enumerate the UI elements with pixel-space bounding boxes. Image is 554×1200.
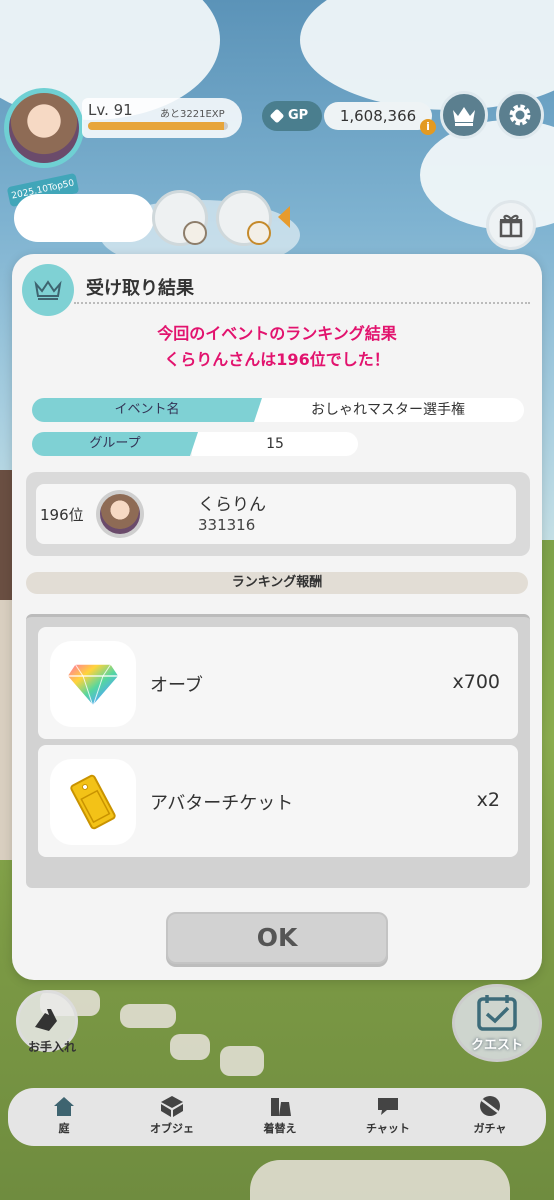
bottom-tab-bar: 庭 オブジェ 着替え チャット ガチャ bbox=[8, 1088, 546, 1146]
tab-chat[interactable]: チャット bbox=[338, 1094, 438, 1142]
gift-icon bbox=[499, 214, 523, 238]
event-name-label: イベント名 bbox=[32, 398, 262, 422]
exp-remaining-text: あと3221EXP bbox=[160, 109, 225, 120]
chat-icon bbox=[378, 1098, 398, 1115]
path-tile bbox=[250, 1160, 510, 1200]
quest-label: クエスト bbox=[470, 1038, 523, 1053]
path-tile bbox=[220, 1046, 264, 1076]
gift-button[interactable] bbox=[486, 200, 536, 250]
title-divider bbox=[74, 302, 530, 304]
clock-icon bbox=[183, 221, 207, 245]
group-row: 15 グループ bbox=[32, 432, 358, 456]
tab-label: 庭 bbox=[58, 1122, 70, 1135]
reward-name: オーブ bbox=[150, 675, 203, 696]
reward-quantity: x2 bbox=[476, 789, 500, 811]
tab-garden[interactable]: 庭 bbox=[14, 1094, 114, 1142]
tab-label: チャット bbox=[366, 1122, 410, 1135]
scroll-arrow-icon[interactable] bbox=[278, 206, 290, 228]
reward-icon-frame bbox=[50, 759, 136, 845]
quest-calendar-icon bbox=[477, 995, 517, 1031]
dialog-header-badge bbox=[22, 264, 74, 316]
gp-label: GP bbox=[262, 101, 322, 131]
group-label: グループ bbox=[32, 432, 198, 456]
avatar-image bbox=[9, 93, 79, 163]
reward-item: アバターチケット x2 bbox=[38, 745, 518, 857]
reward-section-header: ランキング報酬 bbox=[26, 572, 528, 594]
ranking-result-dialog: 受け取り結果 今回のイベントのランキング結果 くらりんさんは196位でした！ お… bbox=[12, 254, 542, 980]
redacted-area bbox=[14, 194, 154, 242]
rank-avatar bbox=[96, 490, 144, 538]
player-avatar[interactable] bbox=[4, 88, 84, 168]
gp-value: 1,608,366 bbox=[324, 102, 432, 130]
gp-panel: GP 1,608,366 i bbox=[262, 101, 436, 135]
tab-label: ガチャ bbox=[473, 1122, 507, 1135]
crown-icon bbox=[34, 280, 62, 300]
group-value: 15 bbox=[192, 432, 358, 456]
reward-icon-frame bbox=[50, 641, 136, 727]
rank-position: 196位 bbox=[40, 506, 84, 524]
exp-bar-fill bbox=[88, 122, 224, 130]
friend-slot[interactable] bbox=[152, 190, 208, 246]
reward-list[interactable]: オーブ x700 アバターチケット x2 bbox=[26, 614, 530, 888]
gp-label-text: GP bbox=[288, 108, 309, 123]
avatar-ticket-icon bbox=[70, 774, 116, 830]
rank-avatar-image bbox=[100, 494, 140, 534]
path-tile bbox=[120, 1004, 176, 1028]
tab-dress-up[interactable]: 着替え bbox=[230, 1094, 330, 1142]
ok-button[interactable]: OK bbox=[166, 912, 388, 964]
dialog-title: 受け取り結果 bbox=[86, 278, 194, 299]
object-icon bbox=[161, 1096, 183, 1117]
tab-label: 着替え bbox=[263, 1122, 297, 1135]
gear-icon bbox=[509, 104, 531, 126]
player-rank-box: 196位 くらりん 331316 bbox=[26, 472, 530, 556]
gacha-icon bbox=[480, 1096, 500, 1116]
event-name-value: おしゃれマスター選手権 bbox=[252, 398, 524, 422]
level-panel: Lv. 91 あと3221EXP bbox=[82, 98, 242, 138]
event-name-row: おしゃれマスター選手権 イベント名 bbox=[32, 398, 524, 422]
result-message-line1: 今回のイベントのランキング結果 bbox=[157, 324, 397, 343]
result-message-line2: くらりんさんは196位でした！ bbox=[164, 350, 390, 369]
crown-icon bbox=[453, 107, 475, 126]
dress-up-icon bbox=[271, 1098, 291, 1116]
ranking-crown-button[interactable] bbox=[440, 91, 488, 139]
friend-slot-locked[interactable] bbox=[216, 190, 272, 246]
tab-gacha[interactable]: ガチャ bbox=[440, 1094, 540, 1142]
watering-hand-icon bbox=[35, 1009, 57, 1031]
tab-objects[interactable]: オブジェ bbox=[122, 1094, 222, 1142]
home-icon bbox=[54, 1097, 74, 1116]
orb-gem-icon bbox=[66, 663, 120, 708]
gp-info-icon[interactable]: i bbox=[420, 119, 436, 135]
reward-item: オーブ x700 bbox=[38, 627, 518, 739]
reward-name: アバターチケット bbox=[150, 793, 294, 814]
care-label: お手入れ bbox=[27, 1040, 76, 1054]
player-score: 331316 bbox=[198, 516, 256, 534]
exp-bar bbox=[88, 122, 228, 130]
path-tile bbox=[170, 1034, 210, 1060]
lock-icon bbox=[247, 221, 271, 245]
reward-quantity: x700 bbox=[452, 671, 500, 693]
tab-label: オブジェ bbox=[150, 1122, 194, 1135]
player-name: くらりん bbox=[198, 495, 266, 515]
gp-icon bbox=[269, 108, 285, 124]
level-text: Lv. 91 bbox=[88, 101, 133, 119]
player-rank-card: 196位 くらりん 331316 bbox=[36, 484, 516, 544]
settings-button[interactable] bbox=[496, 91, 544, 139]
